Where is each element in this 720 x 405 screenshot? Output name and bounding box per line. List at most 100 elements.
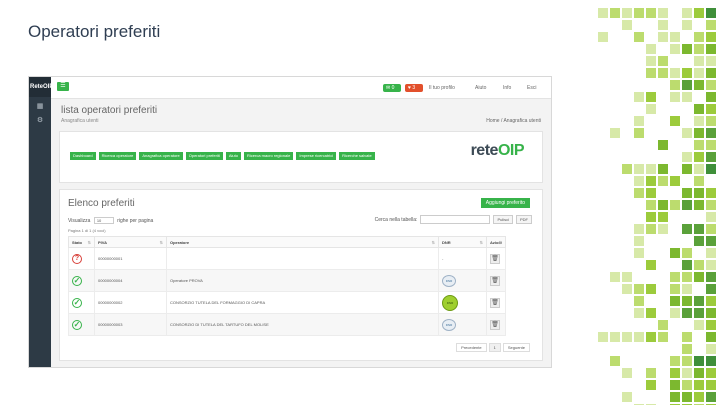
mosaic-tile	[694, 104, 704, 114]
toolbar-button[interactable]: Ricerca macro regionale	[243, 152, 294, 160]
mosaic-tile	[622, 332, 632, 342]
table-row[interactable]: ✓ 00000000003 CONSORZIO DI TUTELA DEL TA…	[68, 313, 506, 336]
toolbar-button[interactable]: Operatori preferiti	[185, 152, 223, 160]
mosaic-tile	[658, 8, 668, 18]
page-subtitle: Anagrafica utenti	[61, 118, 99, 124]
mosaic-tile	[694, 56, 704, 66]
list-icon[interactable]: ☰	[57, 82, 69, 91]
mosaic-tile	[610, 8, 620, 18]
reset-button[interactable]: Pulisci	[493, 215, 513, 224]
mosaic-tile	[646, 212, 656, 222]
page-size-select[interactable]: 10	[93, 217, 114, 224]
piva-cell: 00000000002	[94, 291, 167, 314]
logo-text-rete: rete	[470, 142, 499, 159]
column-header[interactable]: DNR ⇅	[438, 236, 487, 248]
mosaic-tile	[694, 356, 704, 366]
mosaic-tile	[682, 8, 692, 18]
toolbar-button[interactable]: Aiuto	[225, 152, 241, 160]
mosaic-tile	[610, 332, 620, 342]
mosaic-tile	[682, 368, 692, 378]
pending-icon: ?	[72, 253, 82, 264]
mosaic-tile	[706, 200, 716, 210]
app-screenshot: ▦ ⚙ ReteOIP ☰ ✉ 0 ♥ 3 Il tuo profilo Aiu…	[28, 76, 552, 368]
mosaic-tile	[658, 140, 668, 150]
mosaic-tile	[670, 80, 680, 90]
trash-icon[interactable]: 🗑	[490, 253, 500, 264]
grid-icon[interactable]: ▦	[36, 103, 44, 111]
column-header[interactable]: PIVA ⇅	[94, 236, 167, 248]
logout-link[interactable]: Esci	[527, 85, 536, 91]
mosaic-tile	[682, 296, 692, 306]
page-size-control: Visualizza 10 righe per pagina	[68, 217, 153, 224]
column-header[interactable]: Operatore ⇅	[166, 236, 439, 248]
trash-icon[interactable]: 🗑	[490, 297, 500, 308]
operator-cell: CONSORZIO DI TUTELA DEL TARTUFO DEL MOLI…	[166, 313, 439, 336]
reteoip-logo: reteOIP	[470, 142, 525, 160]
mosaic-tile	[646, 332, 656, 342]
mosaic-tile	[682, 188, 692, 198]
mosaic-tile	[682, 344, 692, 354]
mosaic-tile	[658, 176, 668, 186]
breadcrumb[interactable]: Home / Anagrafica utenti	[486, 118, 541, 124]
badge-count: 0	[391, 85, 395, 91]
mosaic-tile	[646, 284, 656, 294]
table-header-row: Stato ⇅ PIVA ⇅ Operatore ⇅ DNR ⇅ Azioni ⇅	[68, 236, 506, 248]
table-row[interactable]: ? 00000000001 - 🗑	[68, 247, 506, 270]
sidebar: ▦ ⚙	[29, 77, 51, 367]
mosaic-tile	[646, 380, 656, 390]
page-button[interactable]: 1	[488, 343, 501, 352]
toolbar-button[interactable]: Ricerche salvate	[339, 152, 375, 160]
mosaic-tile	[706, 272, 716, 282]
mosaic-tile	[658, 20, 668, 30]
trash-icon[interactable]: 🗑	[490, 275, 500, 286]
mosaic-tile	[646, 368, 656, 378]
mosaic-tile	[694, 368, 704, 378]
mosaic-tile	[682, 332, 692, 342]
prev-page-button[interactable]: Precedente	[456, 343, 487, 352]
next-page-button[interactable]: Seguente	[502, 343, 530, 352]
table-row[interactable]: ✓ 00000000002 CONSORZIO TUTELA DEL FORMA…	[68, 291, 506, 314]
sort-icon: ⇅	[431, 240, 435, 245]
mosaic-tile	[694, 392, 704, 402]
mosaic-tile	[622, 164, 632, 174]
column-header[interactable]: Stato ⇅	[68, 236, 95, 248]
mosaic-tile	[670, 44, 680, 54]
mosaic-tile	[694, 296, 704, 306]
notification-badge-red[interactable]: ♥ 3	[405, 84, 423, 92]
mosaic-tile	[670, 116, 680, 126]
check-icon: ✓	[72, 297, 82, 308]
info-link[interactable]: Info	[503, 85, 511, 91]
mosaic-tile	[682, 80, 692, 90]
mosaic-tile	[670, 296, 680, 306]
gear-icon[interactable]: ⚙	[36, 117, 44, 125]
brand-logo[interactable]: ReteOIP	[29, 77, 53, 97]
mosaic-tile	[694, 152, 704, 162]
mosaic-tile	[694, 8, 704, 18]
mosaic-tile	[634, 164, 644, 174]
table-row[interactable]: ✓ 00000000004 Operatore PROVA DNR 🗑	[68, 269, 506, 292]
mosaic-tile	[646, 8, 656, 18]
trash-icon[interactable]: 🗑	[490, 319, 500, 330]
mosaic-tile	[682, 224, 692, 234]
search-input[interactable]	[420, 215, 491, 224]
pdf-button[interactable]: PDF	[516, 215, 532, 224]
toolbar-button[interactable]: Dashboard	[70, 152, 96, 160]
mosaic-tile	[670, 68, 680, 78]
add-favorite-button[interactable]: Aggiungi preferito	[480, 198, 530, 208]
profile-link[interactable]: Il tuo profilo	[429, 85, 455, 91]
mosaic-tile	[706, 44, 716, 54]
toolbar-button[interactable]: Anagrafica operatore	[139, 152, 183, 160]
toolbar-button[interactable]: Imprese ricercatrici	[296, 152, 337, 160]
mosaic-tile	[706, 188, 716, 198]
mosaic-tile	[622, 368, 632, 378]
mosaic-tile	[706, 164, 716, 174]
mosaic-tile	[646, 92, 656, 102]
help-link[interactable]: Aiuto	[475, 85, 486, 91]
toolbar-button[interactable]: Ricerca operatore	[98, 152, 137, 160]
mosaic-tile	[694, 200, 704, 210]
mosaic-tile	[706, 224, 716, 234]
mosaic-tile	[646, 44, 656, 54]
mosaic-tile	[706, 296, 716, 306]
mosaic-tile	[706, 380, 716, 390]
notification-badge-green[interactable]: ✉ 0	[383, 84, 401, 92]
